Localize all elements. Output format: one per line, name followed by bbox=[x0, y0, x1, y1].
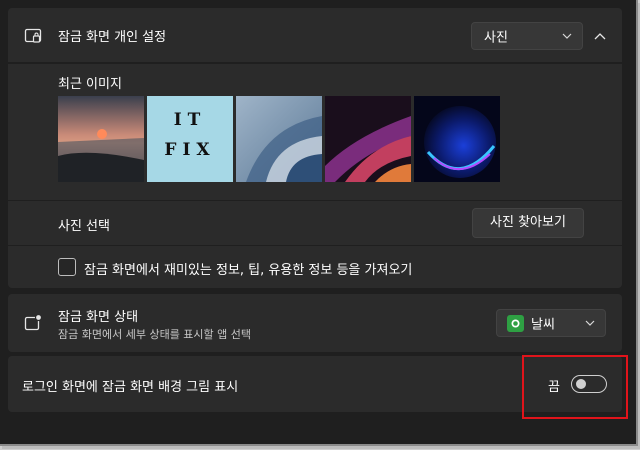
weather-app-icon bbox=[507, 315, 524, 332]
recent-images-list: IT FIX bbox=[58, 96, 502, 182]
lock-status-app-dropdown[interactable]: 날씨 bbox=[496, 309, 606, 337]
lock-screen-mode-dropdown[interactable]: 사진 bbox=[471, 22, 583, 50]
itfix-logo-image[interactable]: IT FIX bbox=[147, 96, 233, 182]
fun-facts-row: 잠금 화면에서 재미있는 정보, 팁, 유용한 정보 등을 가져오기 bbox=[8, 246, 622, 288]
lock-status-app-value: 날씨 bbox=[531, 317, 555, 333]
lock-status-subtitle: 잠금 화면에서 세부 상태를 표시할 앱 선택 bbox=[58, 328, 252, 341]
lock-screen-icon bbox=[24, 28, 42, 43]
highlight-box bbox=[522, 355, 628, 419]
status-screen-icon bbox=[24, 314, 42, 331]
purple-ribbon-image[interactable] bbox=[325, 96, 411, 182]
sunset-lake-image[interactable] bbox=[58, 96, 144, 182]
choose-photo-label: 사진 선택 bbox=[58, 219, 110, 234]
lock-screen-status-row: 잠금 화면 상태 잠금 화면에서 세부 상태를 표시할 앱 선택 날씨 bbox=[8, 294, 622, 352]
choose-photo-row: 사진 선택 사진 찾아보기 bbox=[8, 201, 622, 245]
lock-screen-title: 잠금 화면 개인 설정 bbox=[58, 30, 167, 45]
fun-facts-checkbox[interactable] bbox=[58, 258, 76, 276]
chevron-down-icon bbox=[585, 320, 595, 326]
chevron-up-icon[interactable] bbox=[594, 32, 606, 40]
blue-orb-image[interactable] bbox=[414, 96, 500, 182]
chevron-down-icon bbox=[562, 33, 572, 39]
settings-window: 잠금 화면 개인 설정 사진 최근 이미지 IT FIX 사진 선택 사진 찾아… bbox=[0, 0, 638, 446]
blue-bloom-image[interactable] bbox=[236, 96, 322, 182]
recent-images-section: 최근 이미지 IT FIX bbox=[8, 64, 622, 200]
lock-screen-mode-value: 사진 bbox=[484, 30, 508, 46]
browse-photos-button[interactable]: 사진 찾아보기 bbox=[472, 208, 584, 238]
signin-background-label: 로그인 화면에 잠금 화면 배경 그림 표시 bbox=[22, 380, 239, 395]
fun-facts-label: 잠금 화면에서 재미있는 정보, 팁, 유용한 정보 등을 가져오기 bbox=[84, 263, 413, 278]
lock-status-title: 잠금 화면 상태 bbox=[58, 310, 139, 325]
recent-images-label: 최근 이미지 bbox=[58, 77, 122, 92]
lock-screen-personalize-row[interactable]: 잠금 화면 개인 설정 사진 bbox=[8, 8, 622, 62]
